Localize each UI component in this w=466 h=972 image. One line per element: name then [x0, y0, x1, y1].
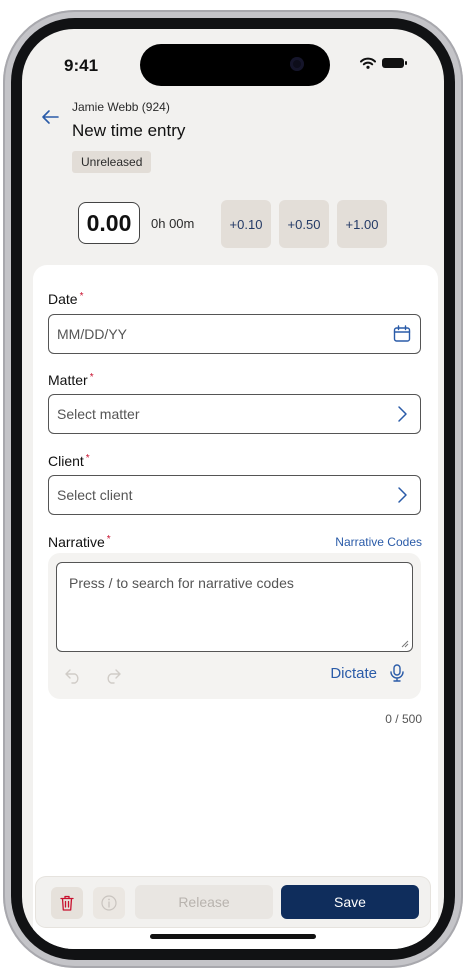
- dynamic-island: [140, 44, 330, 86]
- home-indicator: [150, 934, 316, 939]
- required-marker: *: [89, 372, 94, 383]
- chevron-right-icon: [398, 487, 407, 503]
- duration-text: 0h 00m: [151, 216, 195, 231]
- client-label: Client *: [48, 453, 90, 469]
- narrative-label: Narrative *: [48, 534, 111, 550]
- chevron-right-icon: [398, 406, 407, 422]
- narrative-codes-link[interactable]: Narrative Codes: [335, 535, 422, 549]
- wifi-icon: [360, 57, 376, 69]
- add-0-50-button[interactable]: +0.50: [279, 200, 329, 248]
- delete-button[interactable]: [51, 887, 83, 919]
- camera-icon: [290, 57, 304, 71]
- client-placeholder: Select client: [57, 487, 133, 503]
- save-button[interactable]: Save: [281, 885, 419, 919]
- date-placeholder: MM/DD/YY: [57, 326, 127, 342]
- resize-handle-icon[interactable]: [401, 640, 409, 648]
- narrative-panel: Press / to search for narrative codes Di…: [48, 553, 421, 699]
- required-marker: *: [79, 291, 84, 302]
- client-field[interactable]: Select client: [48, 475, 421, 515]
- narrative-textarea[interactable]: Press / to search for narrative codes: [56, 562, 413, 652]
- add-1-00-button[interactable]: +1.00: [337, 200, 387, 248]
- trash-icon: [60, 895, 74, 911]
- date-label: Date *: [48, 291, 84, 307]
- add-0-10-button[interactable]: +0.10: [221, 200, 271, 248]
- info-button[interactable]: [93, 887, 125, 919]
- required-marker: *: [106, 534, 111, 545]
- microphone-icon[interactable]: [387, 663, 407, 683]
- hours-input[interactable]: 0.00: [78, 202, 140, 244]
- calendar-icon[interactable]: [392, 324, 412, 344]
- narrative-placeholder: Press / to search for narrative codes: [69, 575, 294, 591]
- action-bar: Release Save: [36, 877, 430, 927]
- back-arrow-icon[interactable]: [40, 107, 60, 127]
- battery-icon: [382, 58, 407, 68]
- info-icon: [101, 895, 117, 911]
- status-time: 9:41: [64, 56, 99, 75]
- redo-icon[interactable]: [104, 666, 122, 684]
- date-field[interactable]: MM/DD/YY: [48, 314, 421, 354]
- required-marker: *: [85, 453, 90, 464]
- status-icons: [360, 57, 407, 69]
- form-card: Date * MM/DD/YY Matter * Select matter Cli…: [33, 265, 438, 949]
- undo-icon[interactable]: [64, 666, 82, 684]
- matter-field[interactable]: Select matter: [48, 394, 421, 434]
- status-badge: Unreleased: [72, 151, 152, 173]
- matter-placeholder: Select matter: [57, 406, 140, 422]
- app-screen: 9:41 Jamie Webb (924) New time entry Unr…: [22, 29, 444, 949]
- release-button[interactable]: Release: [135, 885, 273, 919]
- page-title: New time entry: [72, 121, 186, 140]
- character-counter: 0 / 500: [385, 712, 422, 726]
- timekeeper-name: Jamie Webb (924): [72, 100, 170, 114]
- matter-label: Matter *: [48, 372, 94, 388]
- dictate-button[interactable]: Dictate: [330, 665, 377, 682]
